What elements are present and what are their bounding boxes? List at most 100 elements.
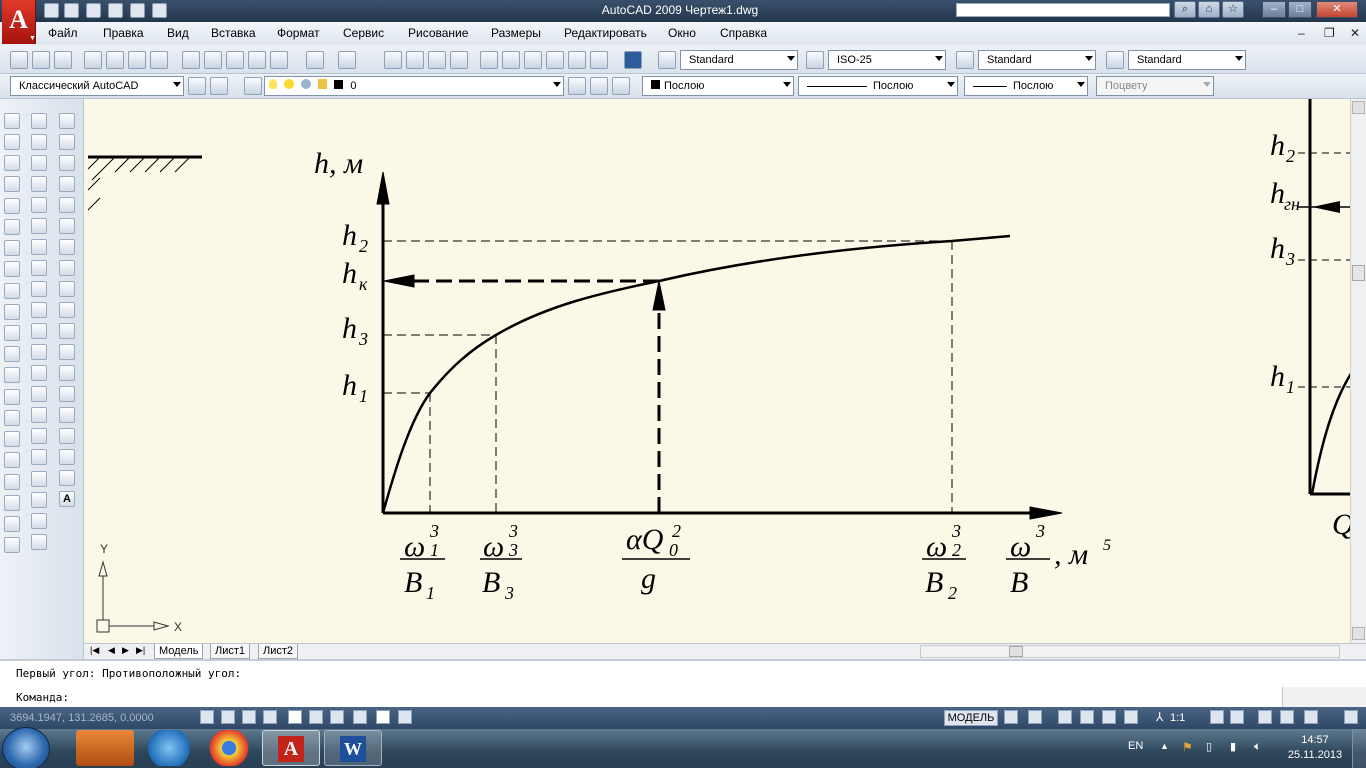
multileader-style-select[interactable]: Standard [1128, 50, 1246, 70]
zoom-previous-icon[interactable] [450, 51, 468, 69]
doc-restore-button[interactable]: ❐ [1324, 26, 1335, 40]
workspace-save-icon[interactable] [210, 77, 228, 95]
workspace-select[interactable]: Классический AutoCAD [10, 76, 184, 96]
volume-icon[interactable]: 🔈︎ [1254, 739, 1261, 754]
table-icon[interactable] [59, 470, 75, 486]
help-icon[interactable] [624, 51, 642, 69]
table-style-select[interactable]: Standard [978, 50, 1096, 70]
tolerance-icon[interactable] [4, 389, 20, 405]
jogged-dim-icon[interactable] [4, 219, 20, 235]
horizontal-scrollbar[interactable] [920, 645, 1340, 658]
trim-icon[interactable] [31, 302, 47, 318]
insert-block-icon[interactable] [59, 344, 75, 360]
search-icon[interactable]: ⌕ [1174, 1, 1196, 18]
hscroll-thumb[interactable] [1009, 646, 1023, 657]
scroll-down-button[interactable] [1352, 627, 1365, 640]
scroll-up-button[interactable] [1352, 101, 1365, 114]
pan-status-icon[interactable] [1058, 710, 1072, 724]
zoom-status-icon[interactable] [1080, 710, 1094, 724]
command-scrollbar[interactable] [1282, 687, 1366, 707]
multileader-style-icon[interactable] [1106, 51, 1124, 69]
tab-nav-prev[interactable]: ◀ [108, 645, 115, 656]
rectangle-icon[interactable] [59, 197, 75, 213]
pan-icon[interactable] [384, 51, 402, 69]
spline-icon[interactable] [59, 281, 75, 297]
make-current-layer-icon[interactable] [568, 77, 586, 95]
layer-previous-icon[interactable] [590, 77, 608, 95]
color-select[interactable]: Послою [642, 76, 794, 96]
extend-icon[interactable] [31, 323, 47, 339]
print-icon[interactable] [108, 3, 123, 18]
text-style-icon[interactable] [658, 51, 676, 69]
draworder-below-icon[interactable] [31, 534, 47, 550]
autocad-task-icon[interactable]: A [262, 730, 320, 766]
angular-dim-icon[interactable] [4, 261, 20, 277]
properties-icon[interactable] [480, 51, 498, 69]
cut-icon[interactable] [182, 51, 200, 69]
showmotion-icon[interactable] [1124, 710, 1138, 724]
markup-icon[interactable] [568, 51, 586, 69]
scale-icon[interactable] [31, 260, 47, 276]
redo-icon[interactable] [152, 3, 167, 18]
paste-icon[interactable] [226, 51, 244, 69]
quickcalc-icon[interactable] [590, 51, 608, 69]
dim-update-icon[interactable] [4, 516, 20, 532]
table-style-icon[interactable] [956, 51, 974, 69]
mtext-icon[interactable]: A [59, 491, 75, 507]
layer-select[interactable]: 0 [264, 76, 564, 96]
break-icon[interactable] [31, 365, 47, 381]
star-icon[interactable]: ☆ [1222, 1, 1244, 18]
grid-display-icon[interactable] [221, 710, 235, 724]
3d-dwf-icon[interactable] [150, 51, 168, 69]
erase-icon[interactable] [31, 113, 47, 129]
menu-file[interactable]: Файл [48, 26, 78, 40]
polygon-icon[interactable] [59, 176, 75, 192]
rotate-icon[interactable] [31, 239, 47, 255]
gradient-icon[interactable] [59, 428, 75, 444]
explode-icon[interactable] [31, 449, 47, 465]
region-icon[interactable] [59, 449, 75, 465]
command-prompt[interactable]: Команда: [16, 691, 69, 704]
menu-draw[interactable]: Рисование [408, 26, 468, 40]
open-icon[interactable] [32, 51, 50, 69]
menu-dimension[interactable]: Размеры [491, 26, 541, 40]
close-button[interactable]: ✕ [1316, 1, 1358, 18]
network-icon[interactable]: ▯ [1206, 740, 1212, 753]
chamfer-icon[interactable] [31, 407, 47, 423]
tab-nav-next[interactable]: ▶ [122, 645, 129, 656]
save-icon[interactable] [86, 3, 101, 18]
clock-date[interactable]: 25.11.2013 [1284, 749, 1346, 761]
draworder-above-icon[interactable] [31, 513, 47, 529]
doc-minimize-button[interactable]: – [1298, 26, 1305, 40]
dim-style-select[interactable]: ISO-25 [828, 50, 946, 70]
linetype-select[interactable]: Послою [798, 76, 958, 96]
continue-dim-icon[interactable] [4, 325, 20, 341]
design-center-icon[interactable] [502, 51, 520, 69]
inspection-icon[interactable] [4, 431, 20, 447]
ordinate-dim-icon[interactable] [4, 176, 20, 192]
media-player-icon[interactable] [76, 730, 134, 766]
circle-icon[interactable] [59, 239, 75, 255]
zoom-window-icon[interactable] [428, 51, 446, 69]
point-icon[interactable] [59, 386, 75, 402]
center-mark-icon[interactable] [4, 410, 20, 426]
model-space-button[interactable]: МОДЕЛЬ [944, 710, 998, 726]
menu-help[interactable]: Справка [720, 26, 767, 40]
hatch-icon[interactable] [59, 407, 75, 423]
publish-icon[interactable] [128, 51, 146, 69]
battery-icon[interactable]: ▮ [1230, 740, 1236, 753]
arc-icon[interactable] [59, 218, 75, 234]
draworder-front-icon[interactable] [31, 471, 47, 487]
language-indicator[interactable]: EN [1128, 740, 1143, 752]
infocenter-search-input[interactable] [956, 3, 1170, 17]
hardware-acceleration-icon[interactable] [1304, 710, 1318, 724]
quick-view-layouts-icon[interactable] [1004, 710, 1018, 724]
dim-style-icon[interactable] [806, 51, 824, 69]
ellipse-icon[interactable] [59, 302, 75, 318]
dim-break-icon[interactable] [4, 367, 20, 383]
block-editor-icon[interactable] [270, 51, 288, 69]
undo-icon[interactable] [306, 51, 324, 69]
object-snap-tracking-icon[interactable] [309, 710, 323, 724]
menu-view[interactable]: Вид [167, 26, 189, 40]
menu-edit[interactable]: Правка [103, 26, 144, 40]
